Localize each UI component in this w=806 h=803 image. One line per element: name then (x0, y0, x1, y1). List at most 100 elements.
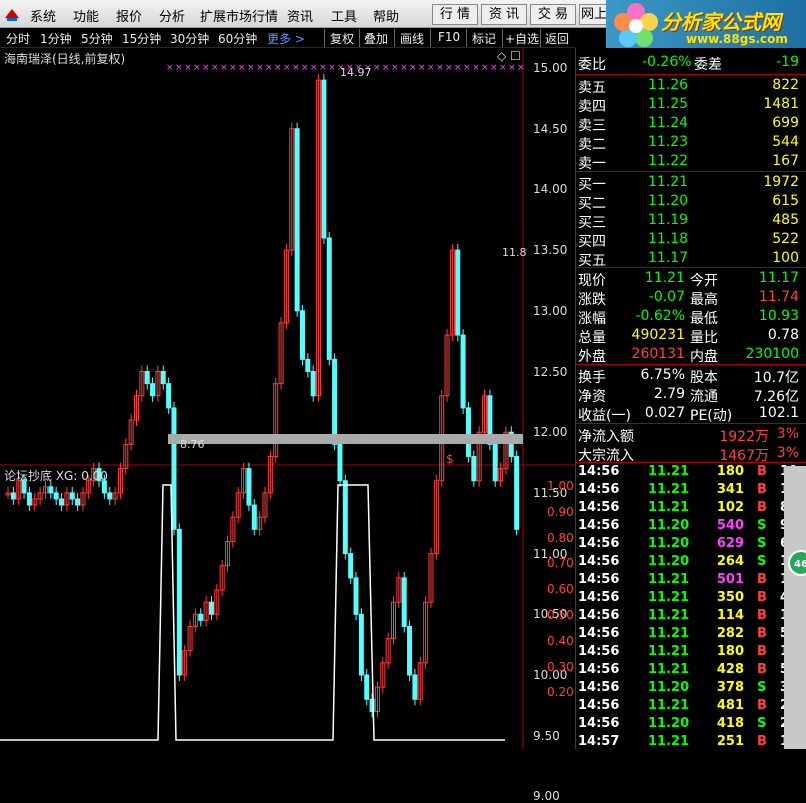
mark-button[interactable]: 标记 (472, 30, 496, 47)
period-1min[interactable]: 1分钟 (40, 30, 72, 47)
bid-level-label: 买二 (578, 196, 606, 212)
signal-dot: × (166, 63, 174, 73)
stat-label: 内盘 (690, 349, 718, 365)
f10-button[interactable]: F10 (438, 30, 460, 44)
stat-row: 涨跌 -0.07 最高 11.74 (576, 288, 806, 308)
indicator-tick-label: 0.20 (547, 685, 574, 700)
event-marker[interactable]: $ (446, 452, 454, 466)
tick-price: 11.21 (648, 500, 690, 515)
period-5min[interactable]: 5分钟 (81, 30, 113, 47)
brand-watermark: 分析家公式网 www.88gs.com (606, 0, 806, 52)
menu-help[interactable]: 帮助 (373, 6, 399, 25)
add-watchlist-button[interactable]: +自选 (505, 30, 539, 47)
flow-row: 净流入额 1922万 3% (576, 425, 806, 445)
tick-volume: 341 (716, 482, 744, 497)
stat-value: 260131 (631, 346, 685, 362)
candle-body (364, 674, 370, 700)
stat-value: 0.78 (767, 327, 799, 343)
candle-body (75, 498, 81, 506)
tick-volume: 282 (716, 626, 744, 641)
candle-body (59, 498, 65, 506)
signal-dot: × (238, 63, 246, 73)
candle-body (321, 79, 327, 239)
candle-body (294, 128, 300, 312)
tick-price: 11.21 (648, 608, 690, 623)
tick-row: 14:5611.21428B54 (576, 662, 798, 680)
tick-row: 14:5611.20418S20 (576, 716, 798, 734)
period-30min[interactable]: 30分钟 (170, 30, 209, 47)
menu-news[interactable]: 资讯 (287, 6, 313, 25)
signal-dot: × (283, 63, 291, 73)
ask-price: 11.23 (648, 134, 689, 150)
ask-row: 卖四 11.25 1481 (576, 95, 806, 115)
tick-row: 14:5611.20629S63 (576, 536, 798, 554)
divider (576, 74, 806, 75)
candle-body (107, 492, 113, 500)
tab-online[interactable]: 网上 (579, 4, 609, 25)
bid-price: 11.21 (648, 174, 689, 190)
tick-row: 14:5611.20264S13 (576, 554, 798, 572)
candle-body (69, 492, 75, 500)
finance-value: 2.79 (653, 386, 685, 402)
finance-value: 7.26亿 (753, 389, 799, 405)
ask-level-label: 卖三 (578, 118, 606, 134)
tick-direction: S (757, 716, 767, 731)
indicator-tick-label: 0.70 (547, 556, 574, 571)
signal-dot: × (409, 63, 417, 73)
indicator-tick-label: 0.40 (547, 633, 574, 648)
tick-direction: B (757, 500, 767, 515)
tab-market[interactable]: 行 情 (432, 4, 478, 25)
tick-row: 14:5611.21481B23 (576, 698, 798, 716)
menu-quote[interactable]: 报价 (116, 6, 142, 25)
candle-body (514, 455, 520, 530)
bid-volume: 615 (772, 193, 799, 209)
draw-line-button[interactable]: 画线 (400, 30, 424, 47)
chart-options-icon[interactable]: ◇ ☐ (497, 49, 521, 63)
restore-rights-button[interactable]: 复权 (330, 30, 354, 47)
tick-time: 14:56 (578, 572, 620, 587)
tick-scrollbar[interactable] (784, 466, 806, 749)
tick-price: 11.21 (648, 662, 690, 677)
menu-tools[interactable]: 工具 (331, 6, 357, 25)
menu-extended-market[interactable]: 扩展市场行情 (200, 6, 278, 25)
menu-function[interactable]: 功能 (73, 6, 99, 25)
period-15min[interactable]: 15分钟 (122, 30, 161, 47)
chart-area[interactable]: × × × × × × × × × × × × × × × × × × × × × × × × × × × × × × × × × × × × × × × ×… (0, 48, 575, 803)
stat-label: 总量 (578, 330, 606, 346)
tab-news[interactable]: 资 讯 (481, 4, 527, 25)
price-tick-label: 9.00 (533, 789, 560, 803)
candle-body (332, 358, 338, 445)
tick-volume: 540 (716, 518, 744, 533)
period-60min[interactable]: 60分钟 (218, 30, 257, 47)
tick-time: 14:56 (578, 518, 620, 533)
chart-canvas: × × × × × × × × × × × × × × × × × × × × × × × × × × × × × × × × × × × × × × × × (0, 48, 575, 749)
tick-direction: B (757, 734, 767, 749)
finance-row: 净资 2.79 流通 7.26亿 (576, 385, 806, 405)
tick-direction: B (757, 698, 767, 713)
stat-row: 总量 490231 量比 0.78 (576, 326, 806, 346)
tick-time: 14:56 (578, 680, 620, 695)
menu-system[interactable]: 系统 (30, 6, 56, 25)
finance-value: 10.7亿 (753, 370, 799, 386)
more-periods-button[interactable]: 更多 > (267, 30, 305, 47)
signal-dot: × (445, 63, 453, 73)
price-scrollbar[interactable] (168, 434, 523, 444)
finance-label: 股本 (690, 370, 718, 386)
menu-analysis[interactable]: 分析 (159, 6, 185, 25)
stat-label: 涨幅 (578, 311, 606, 327)
candle-body (401, 577, 407, 627)
price-tick-label: 13.50 (533, 243, 568, 258)
tick-volume: 481 (716, 698, 744, 713)
finance-row: 换手 6.75% 股本 10.7亿 (576, 366, 806, 386)
candle-body (246, 468, 252, 506)
period-timeshare[interactable]: 分时 (6, 30, 30, 47)
overlay-button[interactable]: 叠加 (364, 30, 388, 47)
bid-row: 买三 11.19 485 (576, 211, 806, 231)
signal-dot: × (274, 63, 282, 73)
back-button[interactable]: 返回 (545, 30, 569, 47)
candle-body (358, 613, 364, 676)
tab-trade[interactable]: 交 易 (530, 4, 576, 25)
stat-label: 量比 (690, 330, 718, 346)
candle-body (198, 613, 204, 621)
tick-direction: B (757, 626, 767, 641)
